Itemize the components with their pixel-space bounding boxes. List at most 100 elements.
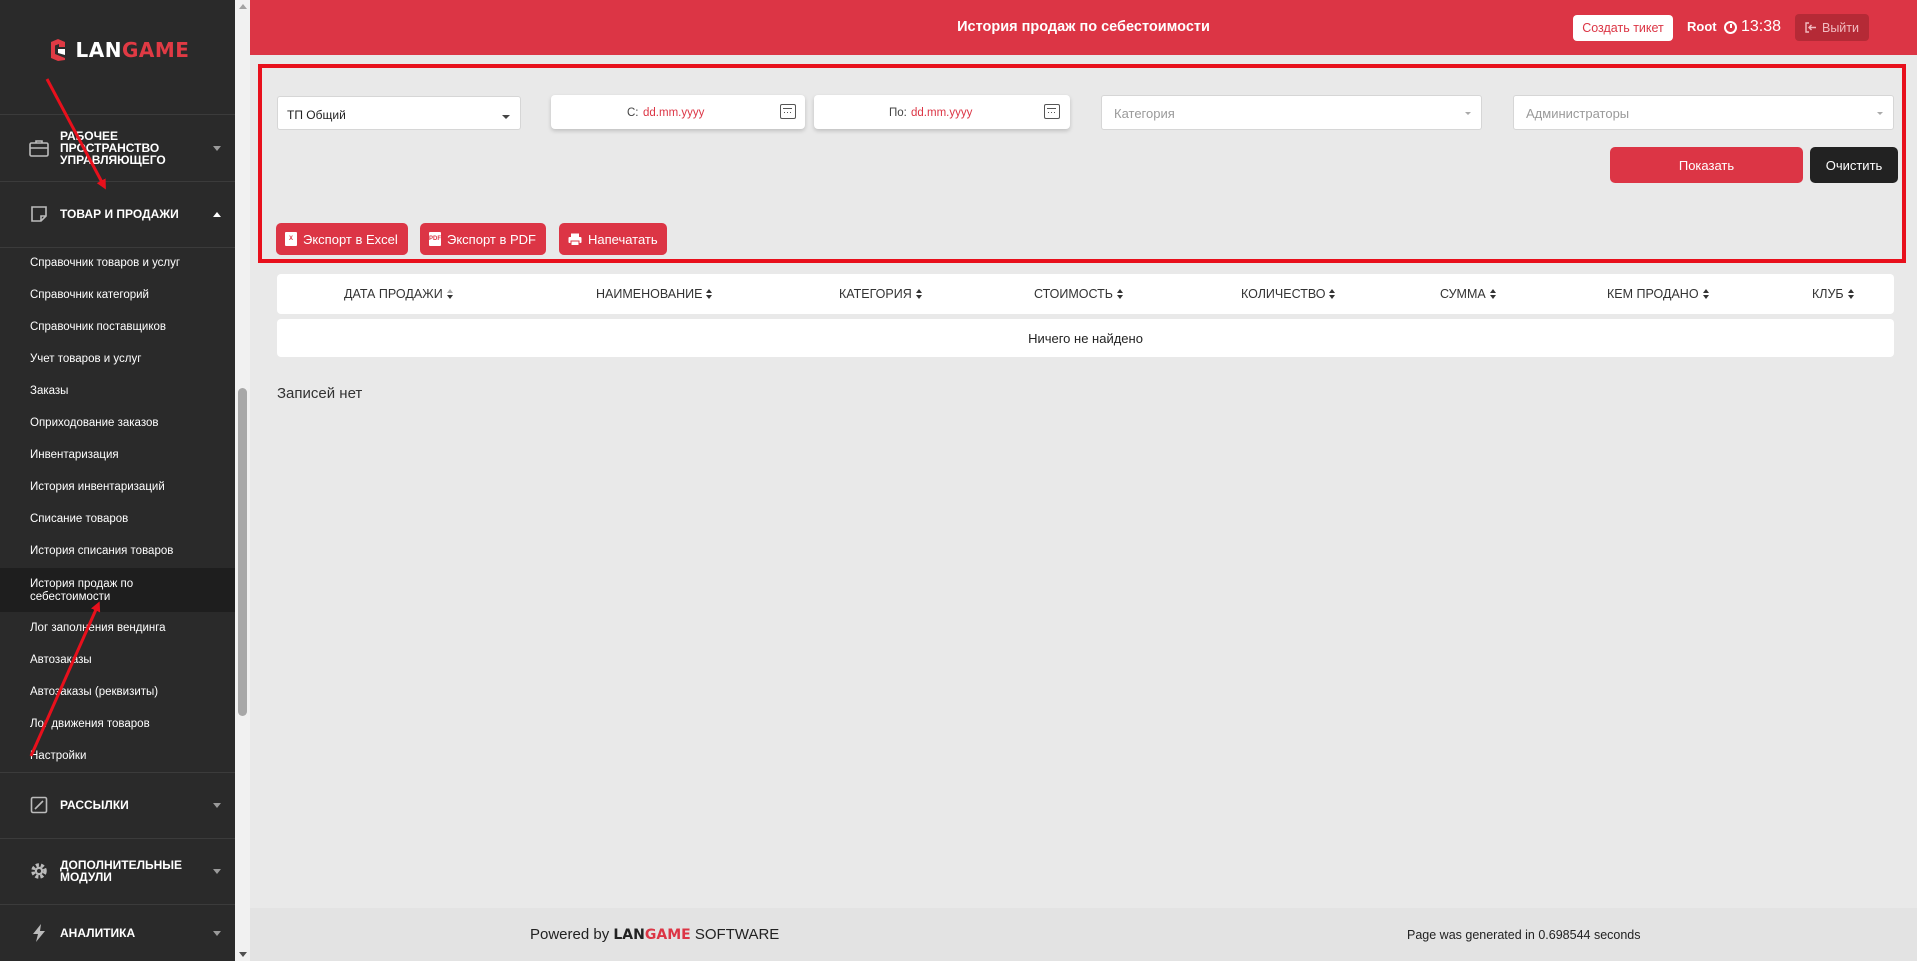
sticky-note-icon [28, 203, 50, 225]
column-header-name[interactable]: Наименование [596, 274, 713, 314]
table-empty-row: Ничего не найдено [277, 319, 1894, 357]
sidebar-item-sales-cost-history[interactable]: История продаж по себестоимости [30, 578, 160, 603]
page-generated-time: Page was generated in 0.698544 seconds [1407, 928, 1641, 942]
sidebar-item-inventory-history[interactable]: История инвентаризаций [30, 481, 230, 494]
sidebar-item-writeoff-history[interactable]: История списания товаров [30, 545, 230, 558]
logout-label: Выйти [1821, 20, 1859, 35]
sidebar-item-autoorders[interactable]: Автозаказы [30, 654, 230, 667]
top-header: История продаж по себестоимости Создать … [250, 0, 1917, 55]
column-header-sold-by[interactable]: Кем продано [1607, 274, 1709, 314]
scroll-down-arrow[interactable] [239, 952, 247, 957]
chevron-down-icon [213, 803, 221, 808]
sort-icon [1116, 288, 1123, 299]
export-excel-label: Экспорт в Excel [303, 231, 398, 247]
footer: Powered by LANGAME SOFTWARE Page was gen… [250, 908, 1917, 961]
export-pdf-label: Экспорт в PDF [447, 231, 536, 247]
sort-icon [1847, 288, 1854, 299]
print-button[interactable]: Напечатать [559, 223, 667, 255]
gear-icon [28, 860, 50, 882]
sort-icon [1702, 288, 1709, 299]
column-header-date[interactable]: Дата продажи [344, 274, 453, 314]
date-to-label: По: [889, 107, 907, 119]
chevron-down-icon [213, 869, 221, 874]
excel-file-icon: X [285, 232, 297, 246]
pdf-file-icon: PDF [429, 232, 441, 246]
sidebar-section-workspace[interactable]: Рабочее пространство управляющего [0, 115, 235, 180]
sidebar-item-stock[interactable]: Учет товаров и услуг [30, 353, 230, 366]
category-select[interactable]: Категория [1101, 95, 1482, 130]
chevron-down-icon [213, 145, 221, 151]
sidebar-section-label: Дополнительные модули [60, 858, 183, 884]
no-records-text: Записей нет [277, 385, 363, 402]
chevron-up-icon [213, 212, 221, 217]
edit-square-icon [28, 794, 50, 816]
sidebar-divider [0, 247, 235, 248]
calendar-icon[interactable] [780, 104, 796, 119]
sidebar-scrollbar[interactable] [235, 0, 250, 961]
clock-icon [1724, 20, 1737, 34]
sidebar-section-label: Рабочее пространство управляющего [60, 128, 166, 167]
admins-placeholder: Администраторы [1526, 106, 1630, 121]
date-from-value: dd.mm.yyyy [643, 107, 705, 119]
column-header-quantity[interactable]: Количество [1241, 274, 1336, 314]
printer-icon [568, 233, 582, 246]
date-to-value: dd.mm.yyyy [911, 107, 973, 119]
calendar-icon[interactable] [1044, 104, 1060, 119]
create-ticket-button[interactable]: Создать тикет [1573, 15, 1673, 41]
admins-select[interactable]: Администраторы [1513, 95, 1894, 130]
langame-logo[interactable]: LANGAME [0, 30, 235, 70]
sidebar-section-modules[interactable]: Дополнительные модули [0, 839, 235, 903]
clear-button[interactable]: Очистить [1810, 147, 1898, 183]
user-name: Root [1687, 19, 1717, 34]
powered-by: Powered by LANGAME SOFTWARE [530, 926, 780, 943]
sidebar-item-suppliers[interactable]: Справочник поставщиков [30, 321, 230, 334]
sidebar: LANGAME Рабочее пространство управляющег… [0, 0, 250, 961]
clock: 13:38 [1724, 18, 1781, 36]
sidebar-item-orders[interactable]: Заказы [30, 385, 230, 398]
sidebar-section-label: Рассылки [60, 798, 129, 812]
club-select[interactable]: ТП Общий [277, 96, 521, 130]
export-pdf-button[interactable]: PDF Экспорт в PDF [420, 223, 546, 255]
sort-icon [915, 288, 922, 299]
column-header-sum[interactable]: Сумма [1440, 274, 1496, 314]
export-excel-button[interactable]: X Экспорт в Excel [276, 223, 408, 255]
sidebar-item-categories[interactable]: Справочник категорий [30, 289, 230, 302]
sort-icon [1329, 288, 1336, 299]
sidebar-section-mailings[interactable]: Рассылки [0, 773, 235, 837]
sort-icon [706, 288, 713, 299]
sidebar-item-products-catalog[interactable]: Справочник товаров и услуг [30, 257, 230, 270]
scroll-up-arrow[interactable] [239, 4, 247, 9]
logo-text-game: GAME [122, 38, 190, 62]
sidebar-item-inventory[interactable]: Инвентаризация [30, 449, 230, 462]
caret-down-icon [502, 115, 510, 119]
sidebar-section-products[interactable]: Товар и продажи [0, 182, 235, 246]
category-placeholder: Категория [1114, 106, 1175, 121]
caret-down-icon [1877, 112, 1883, 115]
sidebar-item-autoorders-details[interactable]: Автозаказы (реквизиты) [30, 686, 230, 699]
sidebar-item-writeoff[interactable]: Списание товаров [30, 513, 230, 526]
table-header: Дата продажи Наименование Категория Стои… [277, 274, 1894, 314]
caret-down-icon [1465, 112, 1471, 115]
date-to-field[interactable]: По: dd.mm.yyyy [814, 95, 1070, 129]
clock-time: 13:38 [1741, 18, 1782, 35]
lightning-icon [28, 922, 50, 944]
column-header-category[interactable]: Категория [839, 274, 922, 314]
sidebar-item-settings[interactable]: Настройки [30, 750, 230, 763]
sidebar-item-order-receipts[interactable]: Оприходование заказов [30, 417, 230, 430]
sidebar-menu: LANGAME Рабочее пространство управляющег… [0, 0, 235, 961]
sidebar-item-movement-log[interactable]: Лог движения товаров [30, 718, 230, 731]
sidebar-item-vending-log[interactable]: Лог заполнения вендинга [30, 622, 230, 635]
column-header-cost[interactable]: Стоимость [1034, 274, 1123, 314]
date-from-label: С: [627, 107, 639, 119]
column-header-club[interactable]: Клуб [1812, 274, 1854, 314]
logout-button[interactable]: Выйти [1795, 14, 1869, 41]
sidebar-section-analytics[interactable]: Аналитика [0, 905, 235, 961]
scrollbar-thumb[interactable] [238, 388, 247, 716]
chevron-down-icon [213, 931, 221, 936]
date-from-field[interactable]: С: dd.mm.yyyy [551, 95, 805, 129]
sort-icon [1489, 288, 1496, 299]
logo-text-lan: LAN [75, 38, 122, 62]
sidebar-section-label: Товар и продажи [60, 207, 179, 221]
print-label: Напечатать [588, 231, 658, 247]
show-button[interactable]: Показать [1610, 147, 1803, 183]
